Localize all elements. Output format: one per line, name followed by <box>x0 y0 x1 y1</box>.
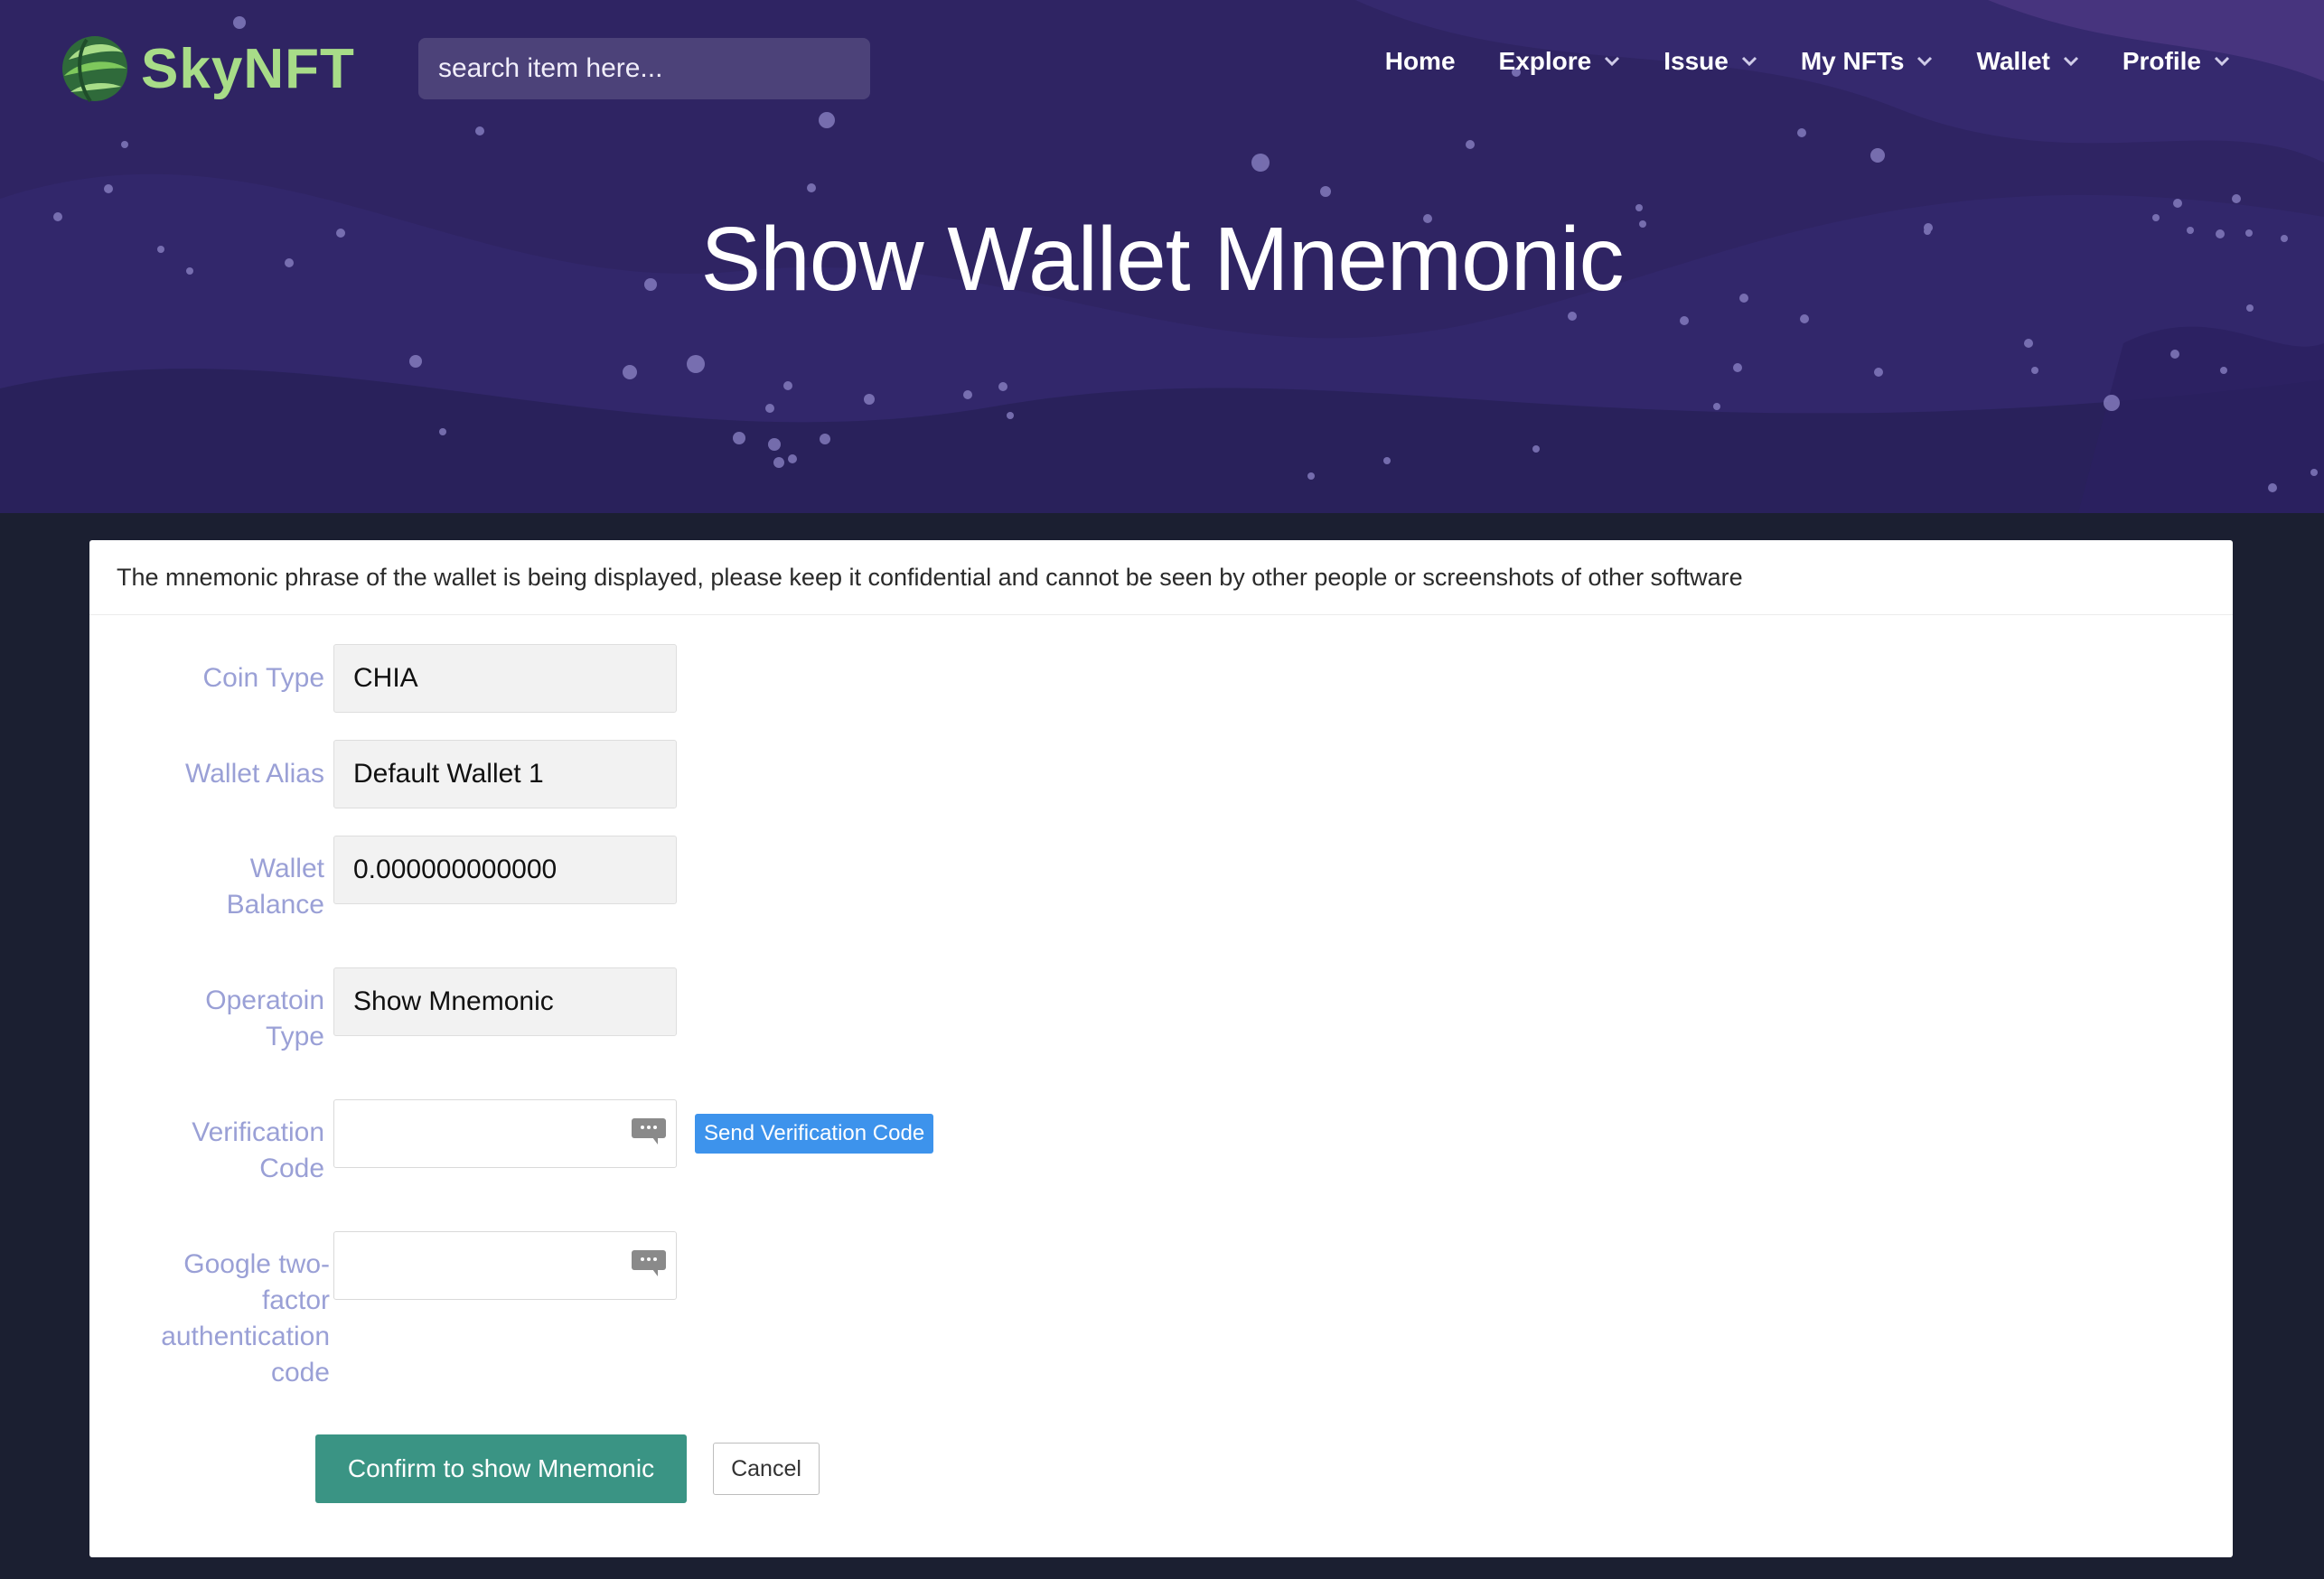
nav-issue-label: Issue <box>1663 47 1729 75</box>
wallet-balance-label-line2: Balance <box>226 890 324 920</box>
operation-type-label-line1: Operatoin <box>205 986 324 1015</box>
wallet-balance-field: 0.000000000000 <box>333 836 677 904</box>
chat-bubble-icon <box>632 1250 666 1276</box>
nav-my-nfts-label: My NFTs <box>1800 47 1905 75</box>
operation-type-label: Operatoin Type <box>89 983 324 1055</box>
wallet-balance-label: Wallet Balance <box>89 851 324 923</box>
confidentiality-notice: The mnemonic phrase of the wallet is bei… <box>89 540 2233 615</box>
wallet-balance-row: Wallet Balance <box>89 851 324 923</box>
google-2fa-label: Google two- factor authentication code <box>89 1247 330 1391</box>
coin-type-row: Coin Type <box>89 644 324 696</box>
chevron-down-icon <box>2214 56 2230 67</box>
coin-type-field: CHIA <box>333 644 677 713</box>
coin-type-label: Coin Type <box>202 663 324 693</box>
chevron-down-icon <box>2063 56 2078 67</box>
nav-explore[interactable]: Explore <box>1499 47 1621 76</box>
brand-logo[interactable]: SkyNFT <box>60 33 355 105</box>
nav-profile[interactable]: Profile <box>2123 47 2230 76</box>
operation-type-row: Operatoin Type <box>89 983 324 1055</box>
operation-type-label-line2: Type <box>265 1022 324 1051</box>
wallet-alias-row: Wallet Alias <box>89 740 324 792</box>
nav-home-label: Home <box>1384 47 1456 75</box>
nav-home[interactable]: Home <box>1385 47 1456 76</box>
google-2fa-label-line1: Google two- <box>183 1249 330 1279</box>
confirm-show-mnemonic-button[interactable]: Confirm to show Mnemonic <box>315 1434 687 1503</box>
operation-type-field: Show Mnemonic <box>333 967 677 1036</box>
google-2fa-row: Google two- factor authentication code <box>89 1247 330 1391</box>
verification-code-label: Verification Code <box>89 1115 324 1187</box>
verification-code-input[interactable] <box>334 1100 676 1167</box>
chevron-down-icon <box>1605 56 1620 67</box>
verification-code-label-line2: Code <box>259 1154 324 1183</box>
nav-issue[interactable]: Issue <box>1663 47 1757 76</box>
wallet-balance-label-line1: Wallet <box>249 854 324 883</box>
verification-code-label-line1: Verification <box>192 1117 324 1147</box>
nav-profile-label: Profile <box>2122 47 2201 75</box>
chevron-down-icon <box>1917 56 1933 67</box>
hero-banner: SkyNFT Home Explore Issue My NFTs Wallet… <box>0 0 2324 513</box>
mnemonic-form-card: The mnemonic phrase of the wallet is bei… <box>89 540 2233 1557</box>
nav-wallet-label: Wallet <box>1976 47 2050 75</box>
google-2fa-label-line2: factor <box>261 1285 330 1315</box>
leaf-globe-logo-icon <box>62 36 127 103</box>
verification-code-box <box>333 1099 677 1168</box>
google-2fa-input[interactable] <box>334 1232 676 1299</box>
verification-code-row: Verification Code <box>89 1115 324 1187</box>
page-title: Show Wallet Mnemonic <box>700 209 1624 310</box>
search-input[interactable] <box>418 38 870 99</box>
send-verification-code-button[interactable]: Send Verification Code <box>695 1114 934 1154</box>
google-2fa-box <box>333 1231 677 1300</box>
google-2fa-label-line4: code <box>270 1358 330 1387</box>
main-nav: Home Explore Issue My NFTs Wallet Profil… <box>1385 47 2230 76</box>
nav-wallet[interactable]: Wallet <box>1976 47 2078 76</box>
cancel-button[interactable]: Cancel <box>713 1443 820 1495</box>
google-2fa-label-line3: authentication <box>161 1322 330 1351</box>
wallet-alias-field: Default Wallet 1 <box>333 740 677 808</box>
brand-name: SkyNFT <box>141 37 355 100</box>
chat-bubble-icon <box>632 1118 666 1145</box>
nav-explore-label: Explore <box>1498 47 1592 75</box>
chevron-down-icon <box>1741 56 1757 67</box>
nav-my-nfts[interactable]: My NFTs <box>1801 47 1934 76</box>
wallet-alias-label: Wallet Alias <box>185 759 324 789</box>
